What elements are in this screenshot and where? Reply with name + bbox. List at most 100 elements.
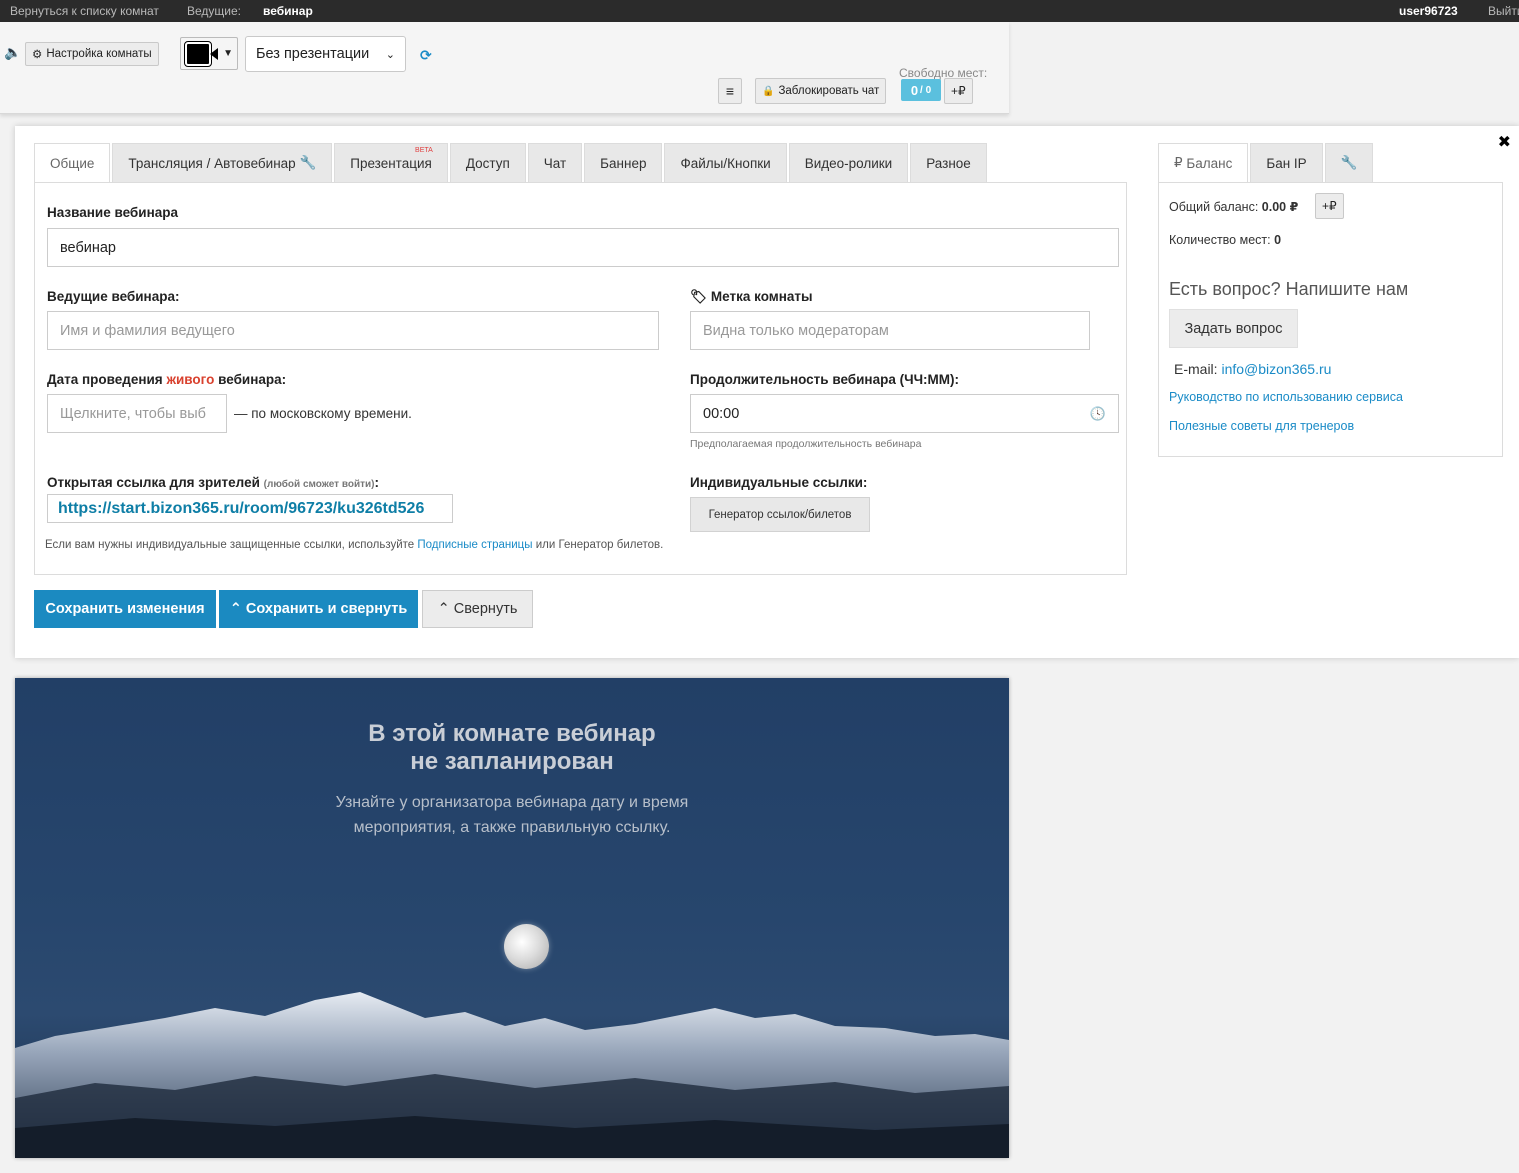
open-link-label-text: Открытая ссылка для зрителей [47,475,260,490]
title-line1: В этой комнате вебинар [368,720,656,747]
top-bar: Вернуться к списку комнат Ведущие: вебин… [0,0,1519,22]
tag-icon: 🏷 [690,289,708,304]
tab-label: Бан IP [1266,155,1307,171]
room-settings-panel: ✖ Общие Трансляция / Автовебинар 🔧 BETA П… [15,126,1519,658]
open-link-url[interactable]: https://start.bizon365.ru/room/96723/ku3… [47,494,453,523]
seats-total: / 0 [920,84,932,96]
moscow-time-note: — по московскому времени. [234,406,412,421]
email-link[interactable]: info@bizon365.ru [1221,361,1331,377]
wrench-icon: 🔧 [299,155,317,170]
menu-button[interactable]: ≡ [718,78,742,104]
tab-access[interactable]: Доступ [449,143,526,183]
speaker-icon[interactable]: 🔈 [4,44,21,61]
email-line: E-mail: info@bizon365.ru [1174,361,1331,377]
refresh-icon[interactable]: ⟳ [420,47,432,64]
webinar-title-input[interactable]: вебинар [47,228,1119,267]
note-post: или Генератор билетов. [532,539,664,551]
logout-link[interactable]: Выйти [1488,4,1519,18]
duration-value: 00:00 [703,405,740,422]
room-tag-input[interactable]: Видна только модераторам [690,311,1090,350]
open-link-label: Открытая ссылка для зрителей (любой смож… [47,475,379,490]
collapse-button[interactable]: ⌃ Свернуть [422,590,533,628]
room-settings-button[interactable]: ⚙ Настройка комнаты [25,42,159,66]
seats-count-value: 0 [1274,233,1282,247]
tab-label: Трансляция / Автовебинар [128,155,296,171]
wrench-icon: 🔧 [1340,155,1358,170]
balance-line: Общий баланс: 0.00 ₽ [1169,199,1298,214]
gear-icon: ⚙ [32,49,43,61]
save-collapse-label: Сохранить и свернуть [245,601,408,617]
room-tag-label-text: Метка комнаты [710,289,813,304]
general-settings-form: Название вебинара вебинар Ведущие вебина… [34,182,1127,575]
tab-misc[interactable]: Разное [910,143,987,183]
hosts-label: Ведущие: [187,4,241,18]
camera-dropdown-button[interactable]: ▼ [180,37,238,70]
date-input[interactable]: Щелкните, чтобы выб [47,394,227,433]
moon-image [504,924,549,969]
camera-icon [183,40,219,67]
tab-ban-ip[interactable]: Бан IP [1250,143,1323,183]
tab-banner[interactable]: Баннер [584,143,663,183]
free-seats-badge: 0/ 0 [901,79,941,101]
room-name: вебинар [263,4,313,18]
date-label-post: вебинара: [214,372,287,387]
tab-videos[interactable]: Видео-ролики [788,143,909,183]
settings-tabs: Общие Трансляция / Автовебинар 🔧 BETA Пре… [34,143,989,183]
date-label-live: живого [166,372,215,387]
username[interactable]: user96723 [1399,4,1458,18]
tab-label: Видео-ролики [804,155,893,171]
room-toolbar: 🔈 ⚙ Настройка комнаты ▼ Без презентации … [0,22,1009,114]
duration-label: Продолжительность вебинара (ЧЧ:ММ): [690,372,960,387]
tab-broadcast[interactable]: Трансляция / Автовебинар 🔧 [112,143,333,183]
free-seats-label: Свободно мест: [899,66,988,80]
hosts-label: Ведущие вебинара: [47,289,180,304]
subtitle-line1: Узнайте у организатора вебинара дату и в… [335,794,689,811]
tab-presentation[interactable]: BETA Презентация [334,143,448,183]
tab-label: Доступ [465,155,510,171]
open-link-colon: : [374,475,379,490]
room-settings-label: Настройка комнаты [46,48,152,60]
guide-link[interactable]: Руководство по использованию сервиса [1169,390,1403,404]
chevron-up-icon: ⌃ [437,601,450,617]
duration-input[interactable]: 00:00 🕓 [690,394,1119,433]
seats-free: 0 [910,82,919,98]
hosts-input[interactable]: Имя и фамилия ведущего [47,311,659,350]
tips-link[interactable]: Полезные советы для тренеров [1169,419,1354,433]
tab-label: Разное [926,155,971,171]
caret-down-icon: ▼ [223,48,233,59]
clock-icon[interactable]: 🕓 [1090,406,1106,422]
save-collapse-button[interactable]: ⌃ Сохранить и свернуть [219,590,418,628]
save-button[interactable]: Сохранить изменения [34,590,216,628]
add-seats-button[interactable]: +₽ [944,78,973,104]
individual-links-label: Индивидуальные ссылки: [690,475,868,490]
seats-count-line: Количество мест: 0 [1169,233,1281,247]
subtitle-line2: мероприятия, а также правильную ссылку. [353,819,671,836]
email-label: E-mail: [1174,361,1218,377]
top-up-button[interactable]: +₽ [1315,193,1344,219]
tab-tools[interactable]: 🔧 [1324,143,1374,183]
subscribe-pages-link[interactable]: Подписные страницы [417,539,532,551]
tab-chat[interactable]: Чат [527,143,583,183]
lock-chat-button[interactable]: 🔒 Заблокировать чат [755,78,887,104]
video-area: В этой комнате вебинар не запланирован У… [15,678,1009,1158]
tab-label: Общие [50,155,95,171]
collapse-label: Свернуть [453,601,518,617]
webinar-title-label: Название вебинара [47,205,178,220]
tab-general[interactable]: Общие [34,143,111,183]
question-heading: Есть вопрос? Напишите нам [1169,279,1409,299]
presentation-select[interactable]: Без презентации ⌄ [245,36,406,72]
tab-label: Баннер [600,155,647,171]
close-icon[interactable]: ✖ [1498,132,1511,152]
balance-panel: Общий баланс: 0.00 ₽ +₽ Количество мест:… [1158,182,1503,457]
chevron-down-icon: ⌄ [385,48,395,61]
tab-balance[interactable]: ₽ Баланс [1158,143,1249,183]
balance-label: Общий баланс: [1169,200,1259,214]
ask-question-button[interactable]: Задать вопрос [1169,309,1298,348]
note-pre: Если вам нужны индивидуальные защищенные… [45,539,418,551]
individual-links-note: Если вам нужны индивидуальные защищенные… [45,539,663,551]
link-generator-button[interactable]: Генератор ссылок/билетов [690,497,870,532]
back-to-rooms-link[interactable]: Вернуться к списку комнат [10,4,159,18]
title-line2: не запланирован [410,748,614,775]
not-scheduled-title: В этой комнате вебинар не запланирован [15,720,1009,776]
tab-files-buttons[interactable]: Файлы/Кнопки [664,143,787,183]
